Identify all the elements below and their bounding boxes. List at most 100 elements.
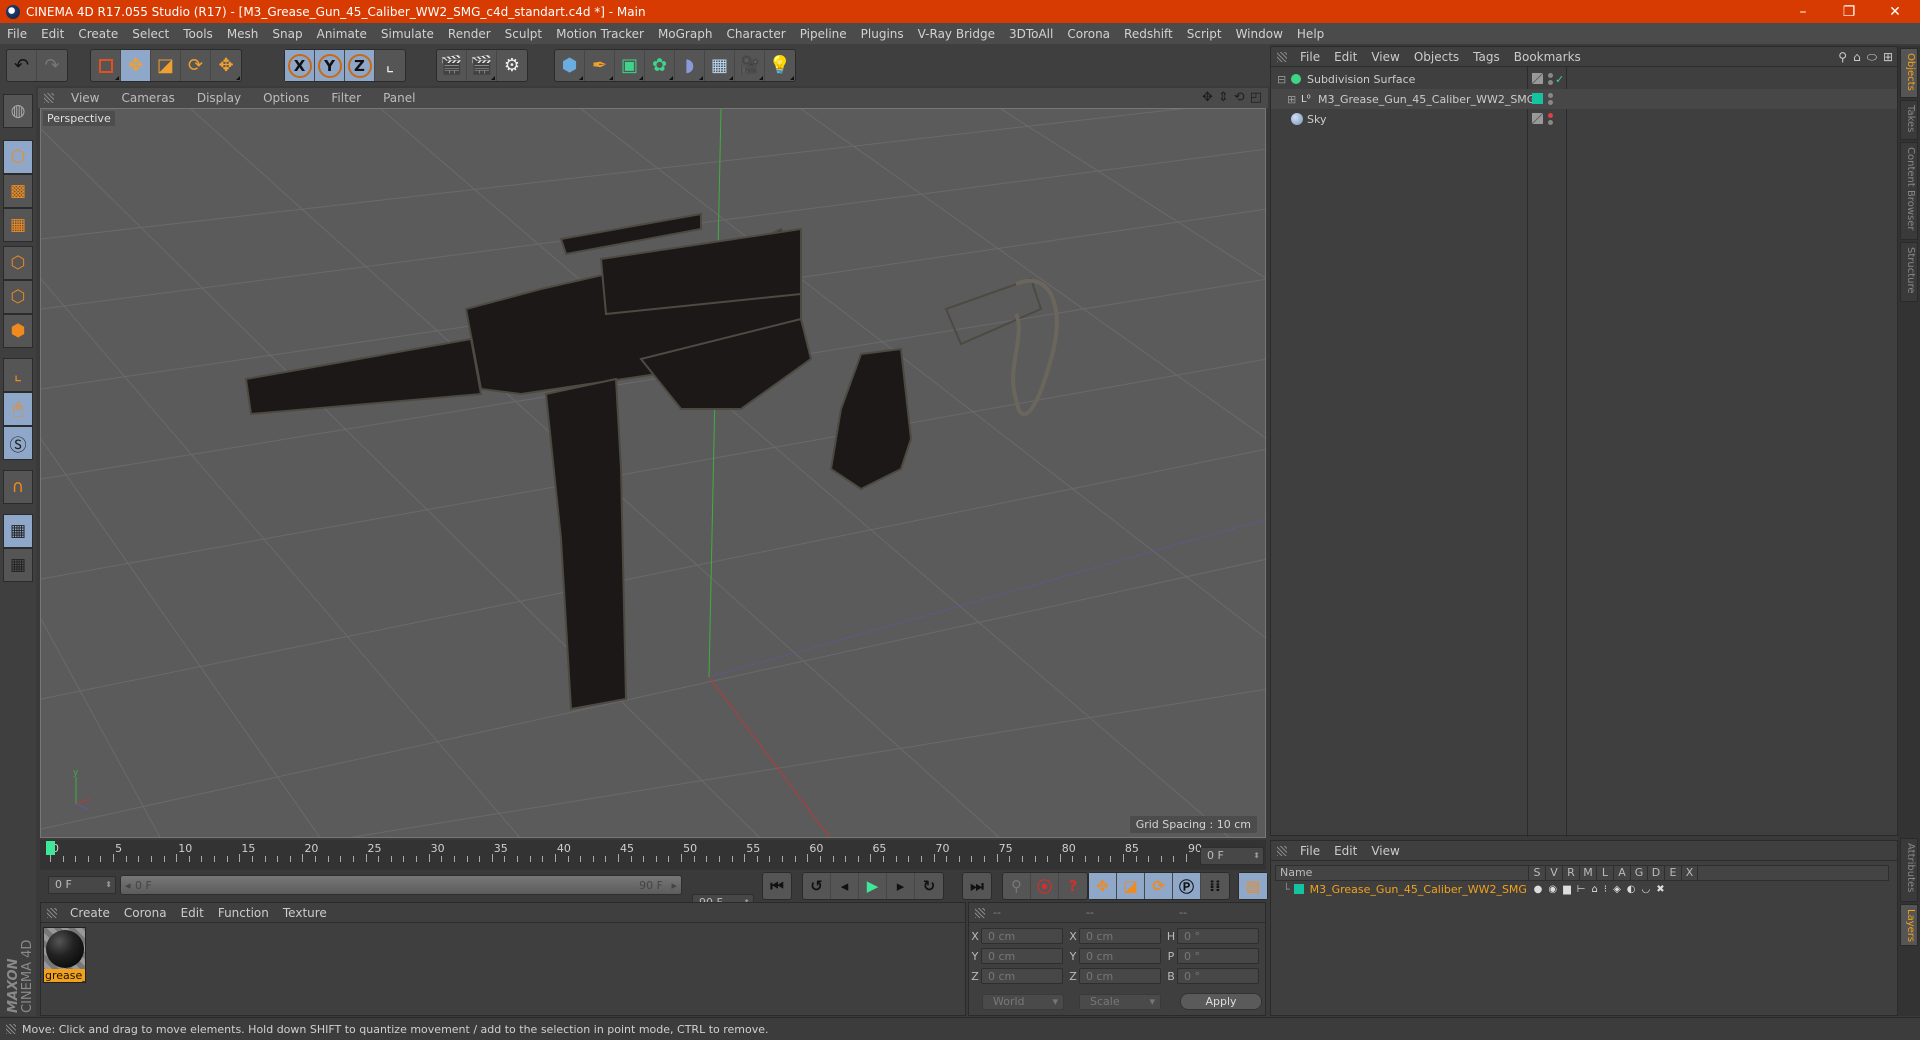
- viewport-menu-cameras[interactable]: Cameras: [110, 91, 185, 105]
- objects-menu-view[interactable]: View: [1364, 50, 1406, 64]
- layer-color-swatch[interactable]: [1293, 884, 1304, 894]
- viewport-menu-view[interactable]: View: [60, 91, 110, 105]
- zoom-view-icon[interactable]: ⇕: [1218, 90, 1229, 105]
- axis-mode-icon[interactable]: ⌞: [3, 358, 33, 392]
- menu-plugins[interactable]: Plugins: [854, 27, 911, 41]
- make-editable-icon[interactable]: ◍: [3, 94, 33, 128]
- rotation-b-field[interactable]: 0 °: [1177, 968, 1259, 984]
- rotate-view-icon[interactable]: ⟲: [1234, 90, 1245, 105]
- x-axis-lock-icon[interactable]: X: [285, 50, 315, 81]
- key-parameter-icon[interactable]: Ⓟ: [1173, 873, 1201, 899]
- current-frame-field[interactable]: 0 F ⬍: [1200, 847, 1264, 865]
- material-menu-function[interactable]: Function: [211, 906, 276, 920]
- menu-animate[interactable]: Animate: [310, 27, 374, 41]
- menu-script[interactable]: Script: [1180, 27, 1229, 41]
- panel-grip-icon[interactable]: [975, 907, 985, 918]
- objects-menu-tags[interactable]: Tags: [1466, 50, 1507, 64]
- polygons-mode-icon[interactable]: ⬢: [3, 314, 33, 348]
- render-picture-viewer-icon[interactable]: 🎬: [467, 50, 497, 81]
- last-tool-icon[interactable]: ✥: [211, 50, 241, 81]
- menu-motion-tracker[interactable]: Motion Tracker: [549, 27, 651, 41]
- coordinate-space-dropdown[interactable]: World: [982, 994, 1064, 1010]
- size-y-field[interactable]: 0 cm: [1079, 948, 1161, 964]
- close-button[interactable]: ✕: [1872, 0, 1918, 23]
- render-clapper-icon[interactable]: ▆: [1563, 884, 1571, 895]
- key-point-level-icon[interactable]: ⁞⁞: [1201, 873, 1229, 899]
- animation-icon[interactable]: ⁝: [1604, 884, 1607, 895]
- go-to-start-button[interactable]: ⏮: [763, 873, 791, 899]
- menu-edit[interactable]: Edit: [34, 27, 71, 41]
- playhead[interactable]: [46, 841, 55, 855]
- menu-file[interactable]: File: [0, 27, 34, 41]
- menu-redshift[interactable]: Redshift: [1117, 27, 1180, 41]
- key-scale-icon[interactable]: ◪: [1117, 873, 1145, 899]
- world-coordinate-icon[interactable]: ⌞: [375, 50, 405, 81]
- layers-menu-edit[interactable]: Edit: [1327, 844, 1364, 858]
- apply-button[interactable]: Apply: [1180, 993, 1262, 1010]
- tab-attributes[interactable]: Attributes: [1900, 838, 1918, 902]
- panel-grip-icon[interactable]: [6, 1024, 16, 1034]
- texture-mode-icon[interactable]: ▩: [3, 174, 33, 208]
- menu-3dtoall[interactable]: 3DToAll: [1002, 27, 1060, 41]
- rotate-tool-icon[interactable]: ⟳: [181, 50, 211, 81]
- menu-mesh[interactable]: Mesh: [220, 27, 266, 41]
- viewport-menu-display[interactable]: Display: [186, 91, 252, 105]
- deformer-icon[interactable]: ◐: [1627, 884, 1636, 895]
- layers-menu-view[interactable]: View: [1364, 844, 1406, 858]
- model-mode-icon[interactable]: ⬡: [3, 140, 33, 174]
- timeline-ruler[interactable]: 0 5 10 15 20 25 30 35 40 45 50 55 60 65 70 75 80 85 90: [40, 840, 1266, 870]
- layer-row[interactable]: └ M3_Grease_Gun_45_Caliber_WW2_SMG ● ◉ ▆…: [1275, 881, 1889, 897]
- lock-icon[interactable]: ⌂: [1592, 884, 1598, 895]
- solo-mode-icon[interactable]: Ⓢ: [3, 426, 33, 460]
- size-z-field[interactable]: 0 cm: [1079, 968, 1161, 984]
- next-frame-button[interactable]: ▸: [887, 873, 915, 899]
- previous-frame-button[interactable]: ◂: [831, 873, 859, 899]
- tweak-mode-icon[interactable]: 🖱: [3, 392, 33, 426]
- render-view-icon[interactable]: 🎬: [437, 50, 467, 81]
- menu-tools[interactable]: Tools: [176, 27, 220, 41]
- grease-gun-model[interactable]: [244, 212, 1059, 711]
- motion-record-icon[interactable]: ⚲: [1003, 873, 1031, 899]
- move-view-icon[interactable]: ✥: [1202, 90, 1213, 105]
- objects-menu-bookmarks[interactable]: Bookmarks: [1507, 50, 1588, 64]
- material-menu-create[interactable]: Create: [63, 906, 117, 920]
- collapse-icon[interactable]: ⊟: [1277, 73, 1286, 86]
- maximize-button[interactable]: ❐: [1826, 0, 1872, 23]
- xref-icon[interactable]: ✖: [1656, 884, 1664, 895]
- menu-mograph[interactable]: MoGraph: [651, 27, 720, 41]
- size-x-field[interactable]: 0 cm: [1079, 928, 1161, 944]
- viewport-menu-filter[interactable]: Filter: [320, 91, 372, 105]
- floor-icon[interactable]: ▦: [705, 50, 735, 81]
- key-position-icon[interactable]: ✥: [1089, 873, 1117, 899]
- timeline-icon[interactable]: ▤: [1239, 873, 1267, 899]
- objects-menu-edit[interactable]: Edit: [1327, 50, 1364, 64]
- position-x-field[interactable]: 0 cm: [981, 928, 1063, 944]
- material-menu-corona[interactable]: Corona: [117, 906, 174, 920]
- search-icon[interactable]: ⚲: [1838, 50, 1847, 65]
- position-z-field[interactable]: 0 cm: [981, 968, 1063, 984]
- bend-deformer-icon[interactable]: ◗: [675, 50, 705, 81]
- pen-spline-icon[interactable]: ✒: [585, 50, 615, 81]
- panel-grip-icon[interactable]: [47, 907, 57, 918]
- material-menu-edit[interactable]: Edit: [174, 906, 211, 920]
- menu-simulate[interactable]: Simulate: [374, 27, 441, 41]
- perspective-viewport[interactable]: y Perspective Grid Spacing : 10 cm: [40, 108, 1266, 838]
- z-axis-lock-icon[interactable]: Z: [345, 50, 375, 81]
- subdivision-surface-icon[interactable]: ▣: [615, 50, 645, 81]
- render-settings-icon[interactable]: ⚙: [497, 50, 527, 81]
- key-rotation-icon[interactable]: ⟳: [1145, 873, 1173, 899]
- workplane-mode-icon[interactable]: ▦: [3, 208, 33, 242]
- menu-pipeline[interactable]: Pipeline: [793, 27, 854, 41]
- rotation-h-field[interactable]: 0 °: [1177, 928, 1259, 944]
- start-frame-field[interactable]: 0 F ⬍: [48, 876, 116, 894]
- material-menu-texture[interactable]: Texture: [276, 906, 334, 920]
- snapping-icon[interactable]: ∩: [3, 470, 33, 504]
- cube-icon[interactable]: ⬢: [555, 50, 585, 81]
- home-icon[interactable]: ⌂: [1853, 50, 1861, 65]
- previous-key-button[interactable]: ↺: [803, 873, 831, 899]
- object-row[interactable]: Sky: [1271, 109, 1897, 129]
- viewport-menu-panel[interactable]: Panel: [372, 91, 426, 105]
- objects-menu-file[interactable]: File: [1293, 50, 1327, 64]
- go-to-end-button[interactable]: ⏭: [963, 873, 991, 899]
- points-mode-icon[interactable]: ⬡: [3, 246, 33, 280]
